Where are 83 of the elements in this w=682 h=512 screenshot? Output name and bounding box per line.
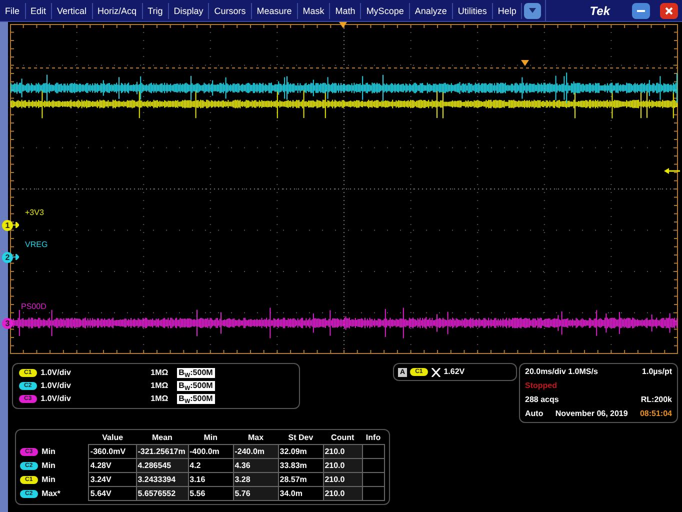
- input-impedance: 1MΩ: [150, 367, 170, 379]
- menu-item[interactable]: Display: [168, 2, 210, 18]
- sample-resolution: 1.0µs/pt: [642, 366, 672, 378]
- menu-item[interactable]: Help: [492, 2, 522, 18]
- table-cell: 210.0: [323, 444, 362, 458]
- record-length: RL:200k: [640, 394, 672, 406]
- menu-item[interactable]: File: [0, 2, 26, 18]
- table-cell: 33.83m: [278, 458, 324, 472]
- trigger-slope-icon: [430, 368, 441, 376]
- channel-scale: 1.0V/div: [40, 393, 72, 405]
- column-header: Value: [88, 432, 136, 444]
- channel-scale: 1.0V/div: [40, 367, 72, 379]
- marker-arrow-icon: [13, 222, 19, 228]
- column-header: Mean: [136, 432, 188, 444]
- trace-label: VREG: [25, 240, 48, 250]
- trace-label: PS00D: [21, 302, 46, 312]
- table-cell: 210.0: [323, 472, 362, 486]
- table-cell: 4.28V: [88, 458, 136, 472]
- column-header: St Dev: [278, 432, 324, 444]
- trigger-arrow-icon: [664, 168, 680, 174]
- menu-item[interactable]: Mask: [298, 2, 330, 18]
- table-cell: 4.2: [188, 458, 234, 472]
- table-cell: 5.6576552: [136, 486, 188, 500]
- bandwidth-limit: B$_{W}$:500M: [176, 381, 215, 391]
- trigger-level: 1.62V: [444, 366, 465, 378]
- column-header: Max: [233, 432, 278, 444]
- bandwidth-limit: B$_{W}$:500M: [176, 394, 215, 404]
- menu-item[interactable]: Measure: [252, 2, 298, 18]
- table-cell: -400.0m: [188, 444, 234, 458]
- date: November 06, 2019: [555, 408, 628, 420]
- acquisition-count: 288 acqs: [525, 394, 559, 406]
- table-cell: 28.57m: [278, 472, 324, 486]
- time: 08:51:04: [640, 408, 672, 420]
- trigger-mode: Auto: [525, 408, 544, 420]
- bandwidth-limit: B$_{W}$:500M: [176, 368, 215, 378]
- menu-item[interactable]: Analyze: [410, 2, 453, 18]
- table-cell: 3.24V: [88, 472, 136, 486]
- input-impedance: 1MΩ: [150, 393, 170, 405]
- menu-item[interactable]: Cursors: [209, 2, 252, 18]
- table-cell: -240.0m: [233, 444, 278, 458]
- table-cell: 32.09m: [278, 444, 324, 458]
- table-cell: 3.2433394: [136, 472, 188, 486]
- minimize-button[interactable]: [632, 2, 650, 18]
- table-cell: -321.25617m: [136, 444, 188, 458]
- menu-item[interactable]: Utilities: [452, 2, 493, 18]
- table-cell: 5.56: [188, 486, 234, 500]
- trace-label: +3V3: [25, 208, 44, 218]
- measurement-type: Min: [42, 460, 56, 472]
- table-cell: -360.0mV: [88, 444, 136, 458]
- menu-item[interactable]: MyScope: [361, 2, 410, 18]
- menu-item[interactable]: Horiz/Acq: [92, 2, 143, 18]
- input-impedance: 1MΩ: [150, 380, 170, 392]
- close-icon: [665, 6, 673, 14]
- table-cell: 34.0m: [278, 486, 324, 500]
- channel-marker[interactable]: 3: [2, 318, 13, 329]
- table-cell: 210.0: [323, 458, 362, 472]
- menu-item[interactable]: Edit: [26, 2, 52, 18]
- close-button[interactable]: [660, 2, 678, 18]
- channel-scale: 1.0V/div: [40, 380, 72, 392]
- table-cell: 4.36: [233, 458, 278, 472]
- brand-logo: Tek: [590, 2, 610, 20]
- menu-item[interactable]: Vertical: [52, 2, 93, 18]
- timebase: 20.0ms/div 1.0MS/s: [525, 366, 598, 378]
- column-header: Count: [323, 432, 362, 444]
- minimize-icon: [637, 10, 645, 12]
- table-cell: 3.16: [188, 472, 234, 486]
- cursor-marker-icon: [521, 60, 529, 66]
- column-header: Info: [362, 432, 384, 444]
- marker-arrow-icon: [13, 254, 19, 260]
- measurement-type: Max*: [42, 488, 60, 500]
- table-cell: 5.76: [233, 486, 278, 500]
- caret-icon: [529, 8, 536, 13]
- measurement-type: Min: [42, 446, 56, 458]
- dropdown-button[interactable]: [524, 2, 542, 18]
- acquisition-state: Stopped: [525, 380, 558, 392]
- column-header: Min: [188, 432, 234, 444]
- menu-item[interactable]: Trig: [142, 2, 169, 18]
- table-cell: 3.28: [233, 472, 278, 486]
- table-cell: 5.64V: [88, 486, 136, 500]
- table-cell: 4.286545: [136, 458, 188, 472]
- menu-item[interactable]: Math: [330, 2, 362, 18]
- table-cell: 210.0: [323, 486, 362, 500]
- measurement-type: Min: [42, 474, 56, 486]
